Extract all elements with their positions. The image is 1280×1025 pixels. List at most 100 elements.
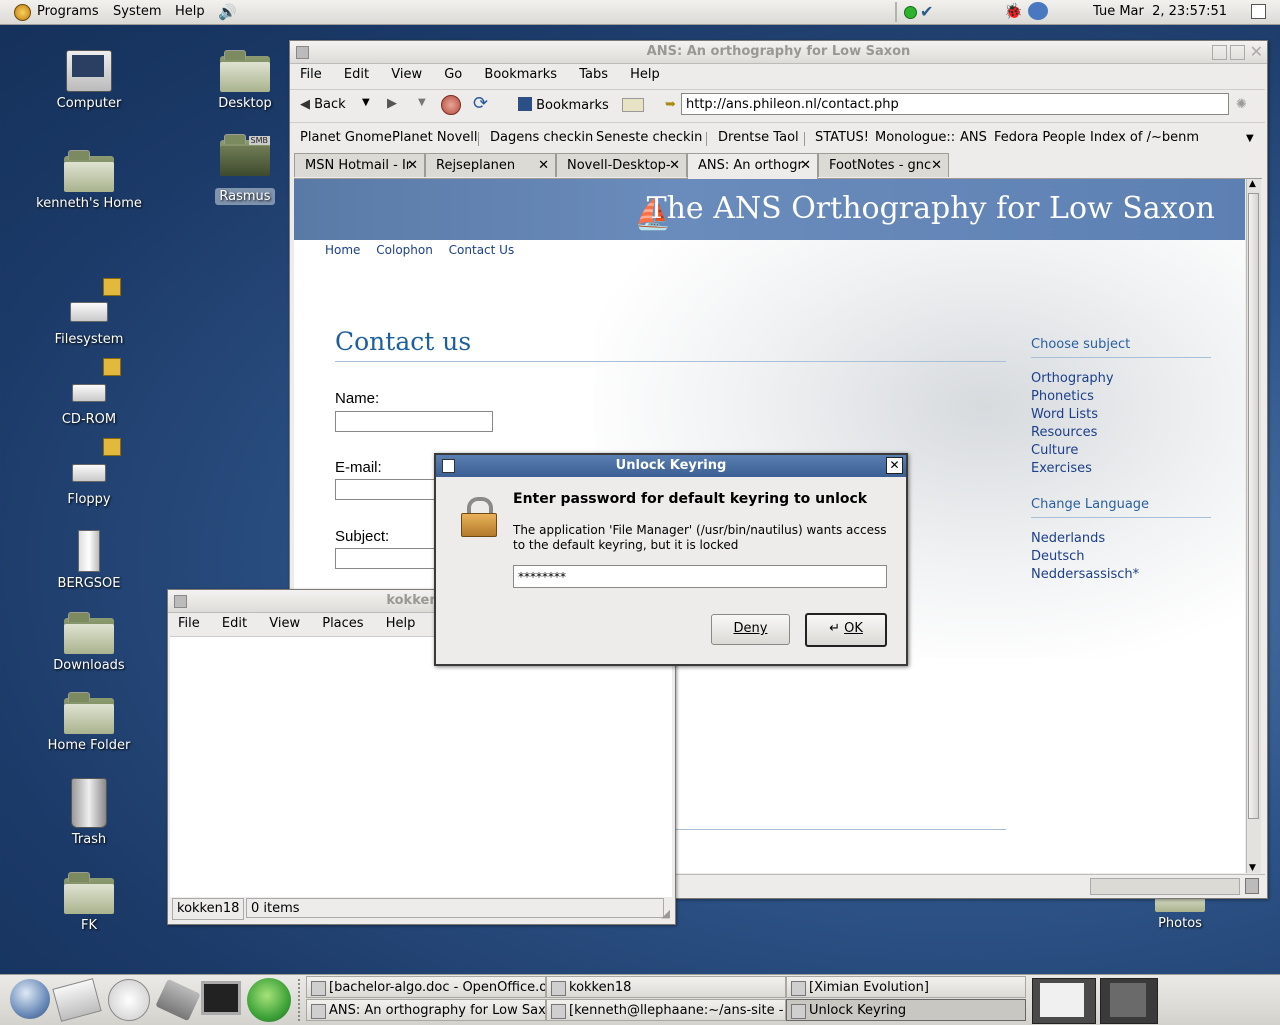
lang-deutsch[interactable]: Deutsch (1031, 549, 1085, 564)
bug-icon[interactable]: 🐞 (1004, 2, 1023, 20)
tab-ans[interactable]: ANS: An orthogr ✕ (687, 153, 818, 179)
menu-help[interactable]: Help (630, 67, 660, 82)
menu-places[interactable]: Places (322, 616, 363, 631)
menu-help[interactable]: Help (386, 616, 416, 631)
clock[interactable]: Tue Mar 2, 23:57:51 (1093, 4, 1227, 19)
panel-handle[interactable] (298, 979, 303, 1021)
bookmark-item[interactable]: STATUS! (815, 130, 869, 145)
sidebar-item-culture[interactable]: Culture (1031, 443, 1078, 458)
menu-view[interactable]: View (391, 67, 422, 82)
task-kokken18[interactable]: kokken18 (546, 976, 786, 998)
desktop-icon-trash[interactable]: Trash (34, 778, 144, 847)
maximize-icon[interactable] (1230, 45, 1245, 60)
checkmark-icon[interactable]: ✔ (920, 2, 933, 21)
desktop-icon-rasmus[interactable]: SMB Rasmus (190, 134, 300, 205)
security-lock-icon[interactable] (1245, 878, 1259, 894)
sidebar-item-word-lists[interactable]: Word Lists (1031, 407, 1098, 422)
face-icon[interactable] (1028, 2, 1048, 20)
help-menu[interactable]: Help (175, 4, 205, 19)
menu-bookmarks[interactable]: Bookmarks (484, 67, 557, 82)
lang-neddersassisch[interactable]: Neddersassisch* (1031, 567, 1139, 582)
task-ans-browser[interactable]: ANS: An orthography for Low Saxon (306, 999, 546, 1021)
desktop-icon-downloads[interactable]: Downloads (34, 612, 144, 673)
desktop-icon-home[interactable]: kenneth's Home (34, 150, 144, 211)
new-folder-icon[interactable] (622, 98, 644, 112)
desktop-icon-computer[interactable]: Computer (34, 50, 144, 111)
programs-menu[interactable]: Programs (37, 4, 99, 19)
tab-novell[interactable]: Novell-Desktop- ✕ (556, 153, 687, 177)
url-input[interactable] (681, 93, 1229, 115)
sidebar-item-exercises[interactable]: Exercises (1031, 461, 1092, 476)
scroll-thumb[interactable] (1248, 193, 1259, 819)
scroll-down-icon[interactable]: ▼ (1249, 863, 1256, 873)
terminal-launcher-icon[interactable] (201, 981, 241, 1015)
tab-close-icon[interactable]: ✕ (407, 154, 418, 177)
desktop-icon-bergsoe[interactable]: BERGSOE (34, 530, 144, 591)
tab-close-icon[interactable]: ✕ (669, 154, 680, 177)
resize-grip-icon[interactable]: ◢ (662, 907, 670, 920)
desktop-icon-cdrom[interactable]: CD-ROM (34, 358, 144, 427)
tab-rejseplanen[interactable]: Rejseplanen ✕ (425, 153, 556, 177)
desktop-icon-home-folder[interactable]: Home Folder (34, 692, 144, 753)
show-desktop-icon[interactable] (1251, 4, 1266, 19)
writer-launcher-icon[interactable] (108, 979, 150, 1021)
deny-button[interactable]: Deny (711, 614, 790, 645)
bookmarks-overflow-icon[interactable]: ▼ (1246, 133, 1254, 144)
volume-icon[interactable]: 🔊 (218, 3, 237, 21)
sidebar-item-orthography[interactable]: Orthography (1031, 371, 1114, 386)
task-evolution[interactable]: [Ximian Evolution] (786, 976, 1026, 998)
menu-go[interactable]: Go (444, 67, 462, 82)
tab-close-icon[interactable]: ✕ (800, 154, 811, 178)
back-button[interactable]: ◀ Back (300, 97, 346, 112)
distro-logo-icon[interactable] (14, 4, 31, 21)
system-menu[interactable]: System (113, 4, 161, 19)
nav-home[interactable]: Home (325, 243, 360, 257)
tab-footnotes[interactable]: FootNotes - gnc ✕ (818, 153, 949, 177)
menu-view[interactable]: View (269, 616, 300, 631)
go-icon[interactable]: ➥ (665, 97, 676, 112)
stop-icon[interactable] (441, 95, 461, 115)
browser-launcher-icon[interactable] (10, 979, 50, 1019)
desktop-icon-photos[interactable]: Photos (1125, 894, 1235, 931)
tab-close-icon[interactable]: ✕ (538, 154, 549, 177)
bookmarks-button[interactable]: Bookmarks (518, 97, 609, 113)
scroll-up-icon[interactable]: ▲ (1249, 179, 1256, 189)
bookmark-item[interactable]: Dagens checkin (490, 130, 593, 145)
browser-titlebar[interactable]: ANS: An orthography for Low Saxon ✕ (290, 41, 1267, 64)
back-history-icon[interactable]: ▼ (362, 97, 370, 108)
network-status-icon[interactable] (904, 6, 917, 19)
task-unlock-keyring[interactable]: Unlock Keyring (786, 999, 1026, 1021)
tools-launcher-icon[interactable] (155, 978, 201, 1022)
password-field[interactable] (513, 565, 887, 588)
menu-file[interactable]: File (178, 616, 200, 631)
vertical-scrollbar[interactable]: ▲ ▼ (1246, 179, 1261, 873)
bookmark-item[interactable]: Planet Novell (392, 130, 477, 145)
suse-launcher-icon[interactable] (247, 978, 291, 1022)
nav-colophon[interactable]: Colophon (376, 243, 433, 257)
evolution-launcher-icon[interactable] (52, 978, 102, 1022)
tab-hotmail[interactable]: MSN Hotmail - Ir ✕ (294, 153, 425, 177)
forward-history-icon[interactable]: ▼ (418, 97, 426, 108)
tab-close-icon[interactable]: ✕ (931, 154, 942, 177)
lang-nederlands[interactable]: Nederlands (1031, 531, 1105, 546)
close-icon[interactable]: ✕ (1250, 41, 1263, 63)
menu-edit[interactable]: Edit (222, 616, 247, 631)
bookmark-item[interactable]: ANS (960, 130, 987, 145)
desktop-icon-filesystem[interactable]: Filesystem (34, 278, 144, 347)
forward-button[interactable]: ▶ (387, 96, 397, 111)
minimize-icon[interactable] (1212, 45, 1227, 60)
desktop-icon-desktop[interactable]: Desktop (190, 50, 300, 111)
bookmark-item[interactable]: Planet Gnome (300, 130, 392, 145)
task-openoffice[interactable]: [bachelor-algo.doc - OpenOffice.org (306, 976, 546, 998)
task-terminal[interactable]: [kenneth@llephaane:~/ans-site - Ke (546, 999, 786, 1021)
dialog-titlebar[interactable]: Unlock Keyring ✕ (436, 455, 906, 477)
reload-icon[interactable]: ⟳ (473, 93, 488, 114)
file-view[interactable] (170, 636, 672, 897)
desktop-icon-floppy[interactable]: Floppy (34, 438, 144, 507)
ok-button[interactable]: ↵ OK (805, 613, 887, 647)
bookmark-item[interactable]: Index of /~benm (1090, 130, 1199, 145)
bookmark-item[interactable]: Fedora People (994, 130, 1086, 145)
menu-file[interactable]: File (300, 67, 322, 82)
close-icon[interactable]: ✕ (886, 457, 903, 474)
bookmark-item[interactable]: Monologue:: (875, 130, 955, 145)
